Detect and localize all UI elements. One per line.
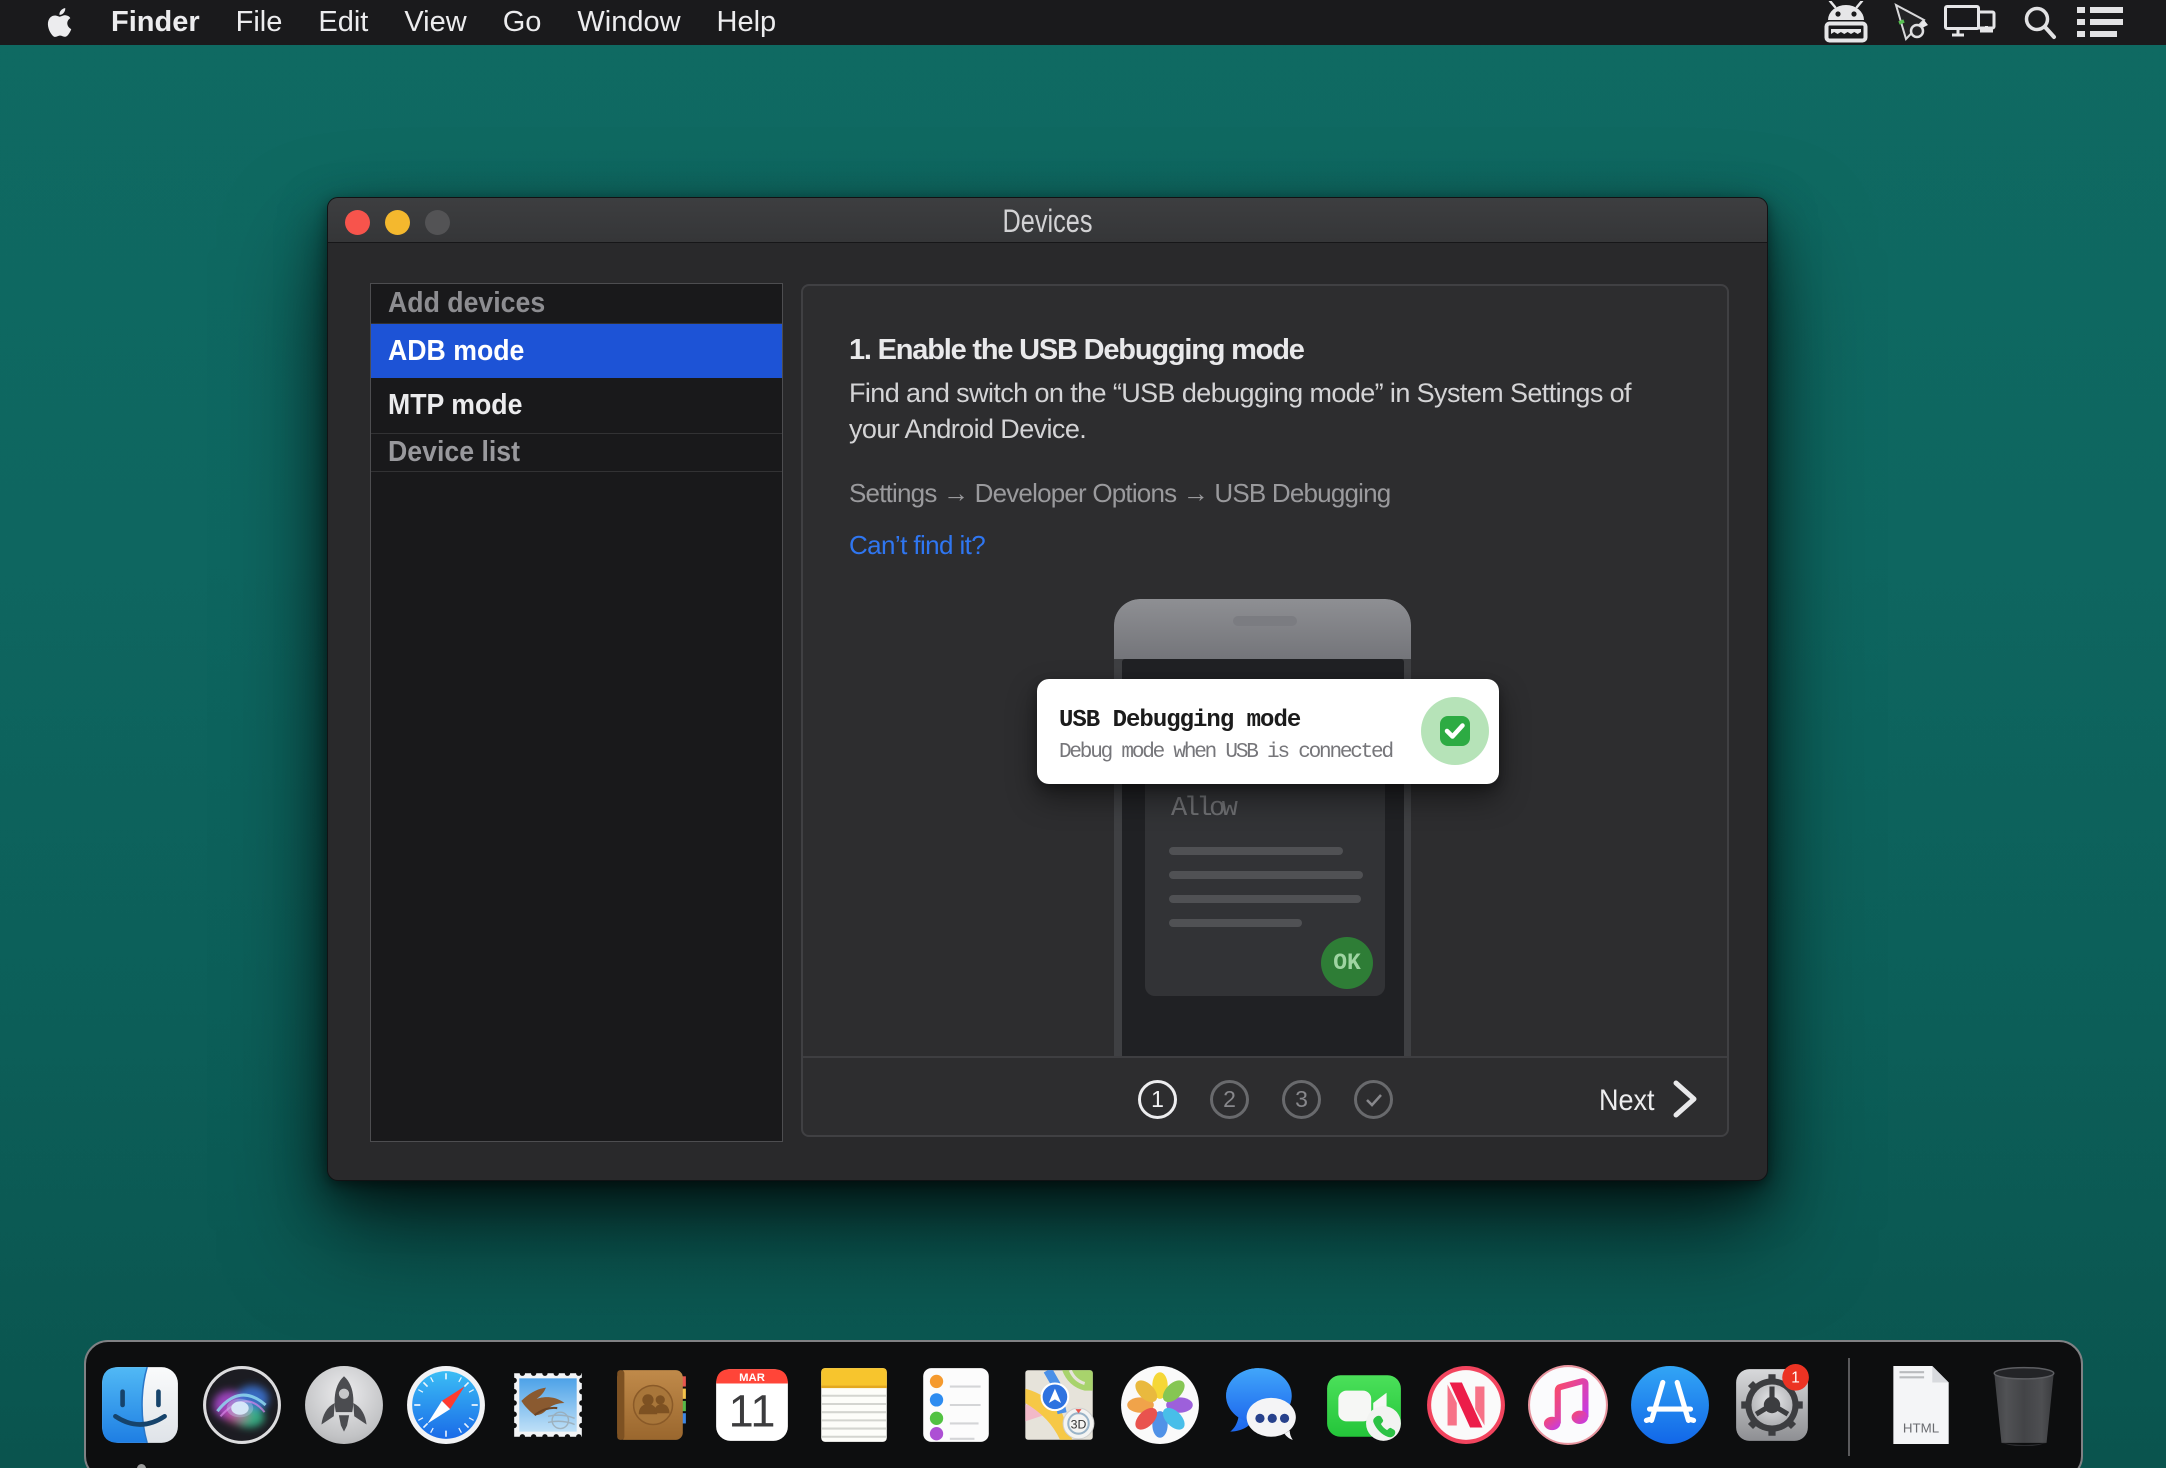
svg-text:11: 11 <box>729 1386 776 1437</box>
svg-text:1: 1 <box>1791 1369 1800 1386</box>
svg-text:HTML: HTML <box>1903 1421 1939 1436</box>
svg-text:3D: 3D <box>1071 1418 1087 1432</box>
svg-text:MAR: MAR <box>739 1372 765 1384</box>
